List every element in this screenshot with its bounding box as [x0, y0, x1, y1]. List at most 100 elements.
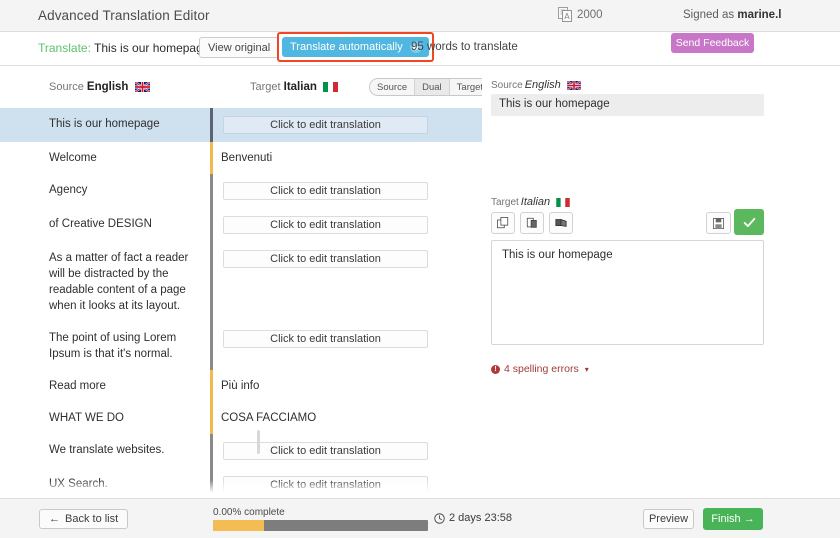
edit-translation-button[interactable]: Click to edit translation: [223, 250, 428, 268]
editor-target-label-text: Target: [491, 197, 519, 208]
floppy-save-icon[interactable]: [706, 212, 731, 234]
segment-target-text: Benvenuti: [221, 152, 273, 164]
svg-text:A: A: [564, 12, 570, 21]
segment-target-cell[interactable]: Benvenuti: [213, 142, 482, 174]
document-name: This is our homepage: [94, 41, 210, 55]
segment-target-cell[interactable]: COSA FACCIAMO: [213, 402, 482, 434]
back-to-list-label: Back to list: [65, 513, 119, 525]
italy-flag-icon: [556, 198, 571, 208]
title-bar: Advanced Translation Editor A 2000 Signe…: [0, 0, 840, 32]
table-row[interactable]: WHAT WE DO COSA FACCIAMO: [0, 402, 482, 434]
time-remaining-label: 2 days 23:58: [449, 512, 512, 524]
edit-translation-button[interactable]: Click to edit translation: [223, 476, 428, 494]
source-language-name: English: [86, 81, 129, 93]
edit-translation-button[interactable]: Click to edit translation: [223, 182, 428, 200]
edit-translation-button[interactable]: Click to edit translation: [223, 116, 428, 134]
breadcrumb: Translate: This is our homepage: [38, 41, 209, 55]
preview-button[interactable]: Preview: [643, 509, 694, 529]
view-mode-toggle[interactable]: Source Dual Target: [369, 78, 492, 96]
footer-bar: ← Back to list 0.00% complete 2 days 23:…: [0, 498, 840, 538]
translate-automatically-button[interactable]: Translate automatically: [282, 37, 429, 57]
back-arrow-icon: ←: [49, 513, 60, 525]
progress-label: 0.00% complete: [213, 507, 285, 518]
segment-source-text: The point of using Lorem Ipsum is that i…: [49, 332, 177, 360]
table-row[interactable]: The point of using Lorem Ipsum is that i…: [0, 322, 482, 370]
edit-translation-button[interactable]: Click to edit translation: [223, 216, 428, 234]
editor-toolbar: [491, 209, 764, 235]
segment-list-pane: Source English Target Italian Source Dua…: [0, 66, 492, 498]
editor-source-text: This is our homepage: [491, 94, 764, 116]
table-row[interactable]: Agency Click to edit translation: [0, 174, 482, 208]
table-row[interactable]: Read more Più info: [0, 370, 482, 402]
target-translation-input[interactable]: This is our homepage: [491, 240, 764, 345]
view-mode-source[interactable]: Source: [370, 79, 416, 95]
editor-source-label-text: Source: [491, 80, 523, 91]
editor-target-language: Italian: [520, 196, 551, 208]
page-title: Advanced Translation Editor: [38, 8, 210, 23]
language-header: Source English Target Italian Source Dua…: [0, 78, 492, 100]
table-row[interactable]: UX Search. Click to edit translation: [0, 468, 482, 498]
segment-target-cell[interactable]: Click to edit translation: [213, 208, 482, 242]
segment-source-text: Welcome: [49, 152, 97, 164]
segment-source-text: Agency: [49, 184, 88, 196]
translation-editor-page: Advanced Translation Editor A 2000 Signe…: [0, 0, 840, 538]
table-row[interactable]: Welcome Benvenuti: [0, 142, 482, 174]
table-row[interactable]: This is our homepage Click to edit transl…: [0, 108, 482, 142]
progress-bar-fill: [213, 520, 264, 531]
finish-button[interactable]: Finish →: [703, 508, 763, 530]
target-language-name: Italian: [283, 81, 317, 93]
segment-source-text: This is our homepage: [49, 118, 160, 130]
source-label: Source: [49, 81, 84, 93]
translate-document-icon: A: [558, 7, 572, 22]
segment-source-text: of Creative DESIGN: [49, 218, 152, 230]
segment-target-cell[interactable]: Click to edit translation: [213, 108, 482, 142]
edit-translation-button[interactable]: Click to edit translation: [223, 330, 428, 348]
copy-source-icon[interactable]: [491, 212, 515, 234]
edit-translation-button[interactable]: Click to edit translation: [223, 442, 428, 460]
segment-source-text: UX Search.: [49, 478, 108, 490]
view-mode-dual[interactable]: Dual: [415, 79, 450, 95]
segment-target-cell[interactable]: Click to edit translation: [213, 434, 482, 468]
segment-list-scrollbar[interactable]: [257, 430, 260, 454]
clock-icon: [434, 512, 445, 524]
editor-pane: Source English This is our homepage Targe…: [482, 66, 840, 498]
copy-tag-icon[interactable]: [520, 212, 544, 234]
signed-as[interactable]: Signed as marine.l: [683, 9, 781, 21]
table-row[interactable]: As a matter of fact a reader will be dis…: [0, 242, 482, 322]
segment-target-cell[interactable]: Click to edit translation: [213, 242, 482, 276]
word-credit: A 2000: [558, 7, 603, 22]
finish-label: Finish: [711, 513, 741, 525]
view-original-button[interactable]: View original: [199, 37, 280, 58]
editor-target-label: Target Italian: [491, 196, 571, 208]
segment-target-cell[interactable]: Più info: [213, 370, 482, 402]
signed-as-prefix: Signed as: [683, 9, 735, 21]
finish-arrow-icon: →: [743, 513, 755, 525]
translate-automatically-label: Translate automatically: [290, 41, 403, 53]
italy-flag-icon: [322, 82, 338, 92]
uk-flag-icon: [133, 81, 151, 93]
segment-target-cell[interactable]: Click to edit translation: [213, 468, 482, 498]
back-to-list-button[interactable]: ← Back to list: [39, 509, 129, 529]
segment-target-text: Più info: [221, 380, 260, 392]
table-row[interactable]: We translate websites. Click to edit tran…: [0, 434, 482, 468]
send-feedback-button[interactable]: Send Feedback: [671, 33, 754, 53]
table-row[interactable]: of Creative DESIGN Click to edit translat…: [0, 208, 482, 242]
segment-source-text: Read more: [49, 380, 106, 392]
confirm-translation-button[interactable]: [734, 209, 764, 235]
progress-bar: [213, 520, 428, 531]
alert-icon: !: [491, 364, 500, 374]
uk-flag-icon: [566, 80, 582, 91]
translation-memory-icon[interactable]: [549, 212, 573, 234]
word-credit-count: 2000: [577, 8, 603, 21]
segment-target-cell[interactable]: Click to edit translation: [213, 322, 482, 356]
target-language-header: Target Italian: [250, 81, 338, 93]
segment-target-cell[interactable]: Click to edit translation: [213, 174, 482, 208]
words-to-translate-count: 95 words to translate: [411, 41, 518, 53]
segment-list[interactable]: This is our homepage Click to edit transl…: [0, 108, 482, 498]
editor-source-label: Source English: [491, 79, 582, 91]
translate-keyword: Translate:: [38, 41, 91, 55]
spelling-errors-toggle[interactable]: ! 4 spelling errors ▾: [491, 363, 589, 375]
segment-source-text: As a matter of fact a reader will be dis…: [49, 252, 189, 312]
chevron-down-icon: ▾: [584, 364, 589, 374]
segment-source-text: We translate websites.: [49, 444, 165, 456]
